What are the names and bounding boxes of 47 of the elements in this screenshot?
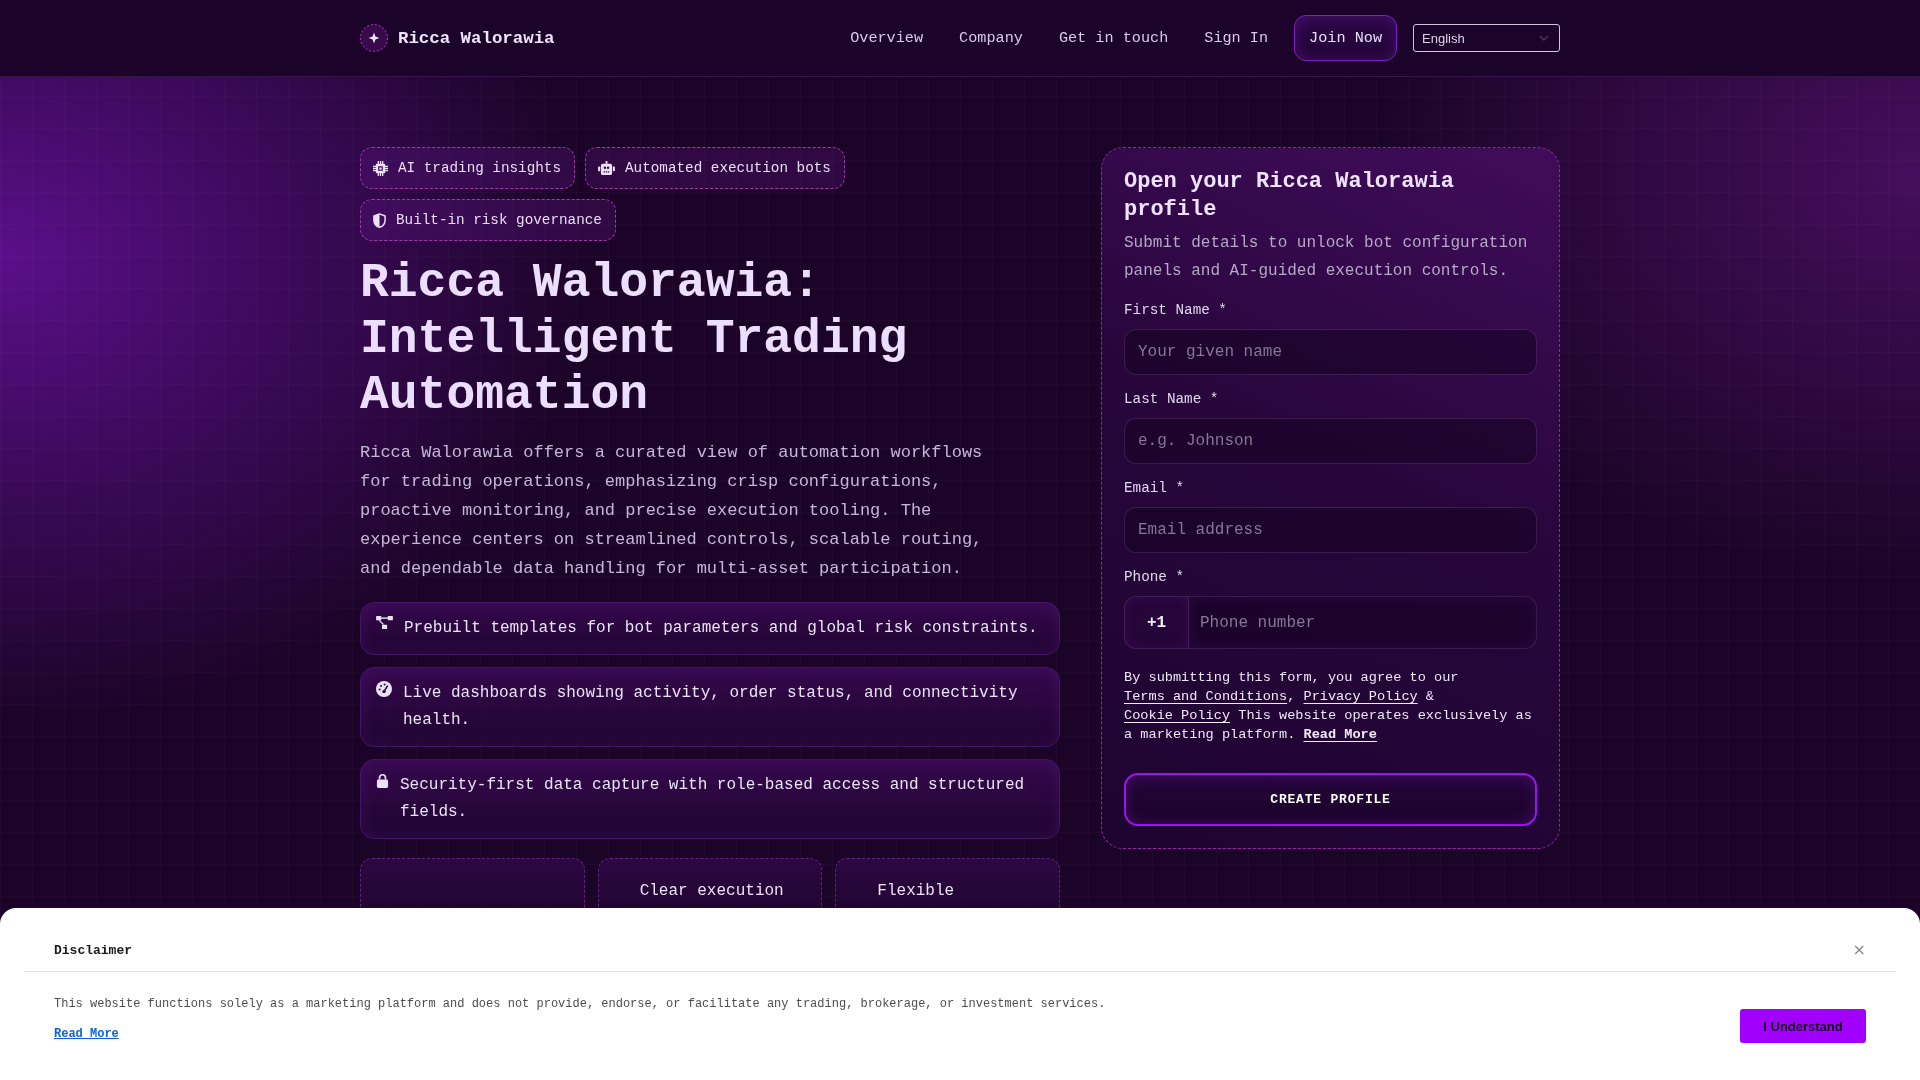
hero-description: Ricca Walorawia offers a curated view of automation workflows for trading operations, emphasizing crisp configurations, proactive monitoring, and precise execution tooling. The experience centers on streamlined controls, scalable routing, and dependable data handling for multi-asset participation. (360, 442, 984, 580)
understand-button[interactable]: I Understand (1740, 1009, 1866, 1043)
hero-title: Ricca Walorawia: Intelligent Trading Automation (360, 255, 909, 423)
robot-icon (598, 161, 615, 175)
form-title: Open your Ricca Walorawia profile (1124, 168, 1456, 224)
tag-label: Automated execution bots (625, 159, 831, 178)
consent-text: By submitting this form, you agree to our Terms and Conditions, Privacy Policy & Cookie Policy This website operates exclusively as a marketing platform. Read More (1124, 669, 1533, 744)
cookie-policy-link[interactable]: Cookie Policy (1124, 708, 1231, 723)
read-more-link[interactable]: Read More (54, 1025, 119, 1043)
sparkle-icon (360, 24, 388, 52)
chip-icon (373, 160, 388, 176)
nav-link[interactable]: Overview (850, 29, 924, 47)
diagram-icon (376, 616, 393, 630)
privacy-policy-link[interactable]: Privacy Policy (1303, 689, 1418, 704)
gauge-icon (376, 681, 392, 697)
input-field[interactable]: Email address (1124, 507, 1537, 553)
field-label: Last Name * (1124, 390, 1220, 409)
input-field[interactable]: Your given name (1124, 329, 1537, 375)
nav-link[interactable]: Company (959, 29, 1023, 47)
feature-text: Prebuilt templates for bot parameters and global risk constraints. (404, 618, 1038, 639)
highlight-text: Clear execution (639, 882, 784, 900)
disclaimer-title: Disclaimer (54, 942, 132, 958)
field-label: First Name * (1124, 301, 1228, 320)
read-more-link[interactable]: Read More (1303, 727, 1377, 742)
feature-text: Live dashboards showing activity, order status, and connectivity health. (403, 683, 1019, 731)
caret-icon (1539, 35, 1549, 41)
country-code-selector[interactable]: +1 (1124, 596, 1189, 649)
nav-link[interactable]: Sign In (1204, 29, 1269, 47)
form-subtitle: Submit details to unlock bot configuration panels and AI-guided execution controls. (1124, 233, 1529, 282)
feature-text: Security-first data capture with role-based access and structured fields. (400, 775, 1026, 823)
phone-input[interactable]: Phone number (1189, 596, 1537, 649)
join-now-button[interactable]: Join Now (1294, 15, 1397, 61)
field-label: Phone * (1124, 568, 1186, 587)
tag-label: AI trading insights (398, 159, 561, 178)
highlight-text: Flexible (877, 882, 955, 900)
shield-icon (373, 212, 386, 228)
lock-icon (376, 773, 389, 788)
brand-name[interactable]: Ricca Walorawia (398, 28, 555, 48)
field-label: Email * (1124, 479, 1186, 498)
input-field[interactable]: e.g. Johnson (1124, 418, 1537, 464)
nav-link[interactable]: Get in touch (1058, 29, 1169, 47)
language-select[interactable]: English (1413, 24, 1560, 52)
tag-label: Built-in risk governance (396, 211, 602, 230)
disclaimer-text: This website functions solely as a marketing platform and does not provide, endorse, or facilitate any trading, brokerage, or investment services. (54, 996, 1106, 1013)
create-profile-button[interactable]: CREATE PROFILE (1124, 773, 1537, 826)
close-button[interactable]: × (1852, 942, 1866, 958)
terms-link[interactable]: Terms and Conditions (1124, 689, 1288, 704)
